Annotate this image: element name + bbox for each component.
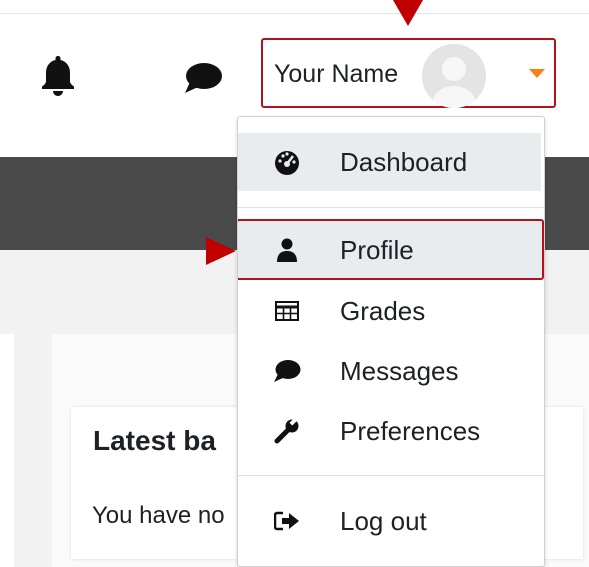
menu-divider bbox=[238, 475, 544, 476]
menu-item-preferences[interactable]: Preferences bbox=[238, 402, 544, 460]
menu-item-profile[interactable]: Profile bbox=[238, 221, 544, 279]
menu-item-label: Grades bbox=[340, 296, 426, 326]
wrench-icon bbox=[272, 417, 302, 445]
user-name: Your Name bbox=[274, 60, 399, 88]
annotation-arrow-down bbox=[393, 0, 423, 26]
chat-bubble-icon bbox=[272, 357, 302, 385]
user-dropdown-menu: Dashboard Profile Grades Messages Prefer… bbox=[237, 116, 545, 567]
notifications-button[interactable] bbox=[36, 53, 80, 97]
menu-item-label: Log out bbox=[340, 506, 427, 536]
menu-item-dashboard[interactable]: Dashboard bbox=[238, 133, 541, 191]
menu-item-label: Dashboard bbox=[340, 147, 468, 177]
menu-item-logout[interactable]: Log out bbox=[238, 492, 544, 550]
caret-down-icon bbox=[529, 69, 545, 78]
block-text: You have no bbox=[92, 502, 225, 529]
menu-item-label: Messages bbox=[340, 356, 459, 386]
annotation-arrow-right bbox=[206, 237, 236, 265]
user-menu-toggle[interactable]: Your Name bbox=[261, 38, 556, 108]
page-gutter bbox=[14, 334, 52, 567]
menu-divider bbox=[238, 207, 544, 208]
bell-icon bbox=[42, 56, 74, 96]
messages-button[interactable] bbox=[181, 56, 225, 100]
menu-item-messages[interactable]: Messages bbox=[238, 342, 544, 400]
user-icon bbox=[272, 236, 302, 264]
chat-bubble-icon bbox=[185, 63, 222, 93]
dashboard-gauge-icon bbox=[272, 148, 302, 176]
table-icon bbox=[272, 297, 302, 325]
menu-item-label: Profile bbox=[340, 235, 414, 265]
block-title: Latest ba bbox=[93, 425, 216, 456]
top-divider bbox=[0, 13, 589, 14]
menu-item-grades[interactable]: Grades bbox=[238, 282, 544, 340]
default-avatar-icon bbox=[422, 44, 486, 108]
menu-item-label: Preferences bbox=[340, 416, 481, 446]
sign-out-icon bbox=[272, 507, 302, 535]
side-strip bbox=[0, 334, 14, 567]
